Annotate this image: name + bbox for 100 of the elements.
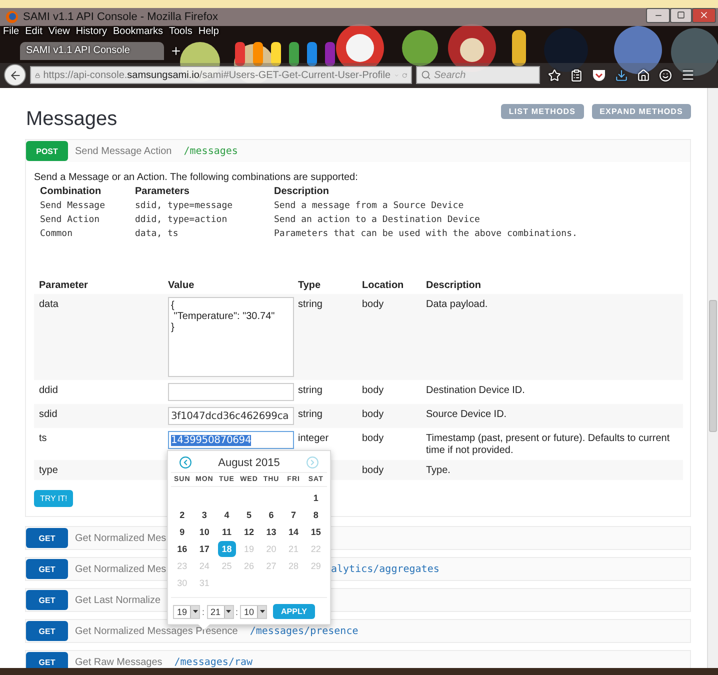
maximize-button[interactable] <box>670 8 692 23</box>
table-cell-text: Common <box>40 229 74 239</box>
calendar-day[interactable]: 3 <box>195 507 214 523</box>
smiley-icon[interactable] <box>659 68 672 82</box>
table-cell-text: Send a message from a Source Device <box>274 201 465 211</box>
value-field[interactable]: 1439950870694 <box>168 431 294 449</box>
caret-icon <box>260 610 265 613</box>
time-separator: : <box>202 606 205 616</box>
search-placeholder: Search <box>434 70 466 81</box>
back-arrow-icon <box>8 68 22 82</box>
menu-item[interactable]: Bookmarks <box>112 26 163 38</box>
parameter-location: body <box>362 384 385 397</box>
method-button[interactable]: GET <box>26 590 68 610</box>
window-title: SAMI v1.1 API Console - Mozilla Firefox <box>23 10 220 23</box>
menu-item[interactable]: View <box>48 26 70 38</box>
table-cell-text: sdid, type=message <box>135 201 234 211</box>
table-cell-text: data, ts <box>135 229 180 239</box>
browser-tab[interactable]: SAMI v1.1 API Console <box>20 42 164 60</box>
close-button[interactable] <box>692 8 716 23</box>
method-button[interactable]: GET <box>26 528 68 548</box>
time-select[interactable]: 21 <box>206 604 234 618</box>
calendar-day[interactable]: 9 <box>173 524 192 540</box>
minimize-button[interactable] <box>646 8 670 23</box>
parameter-name: data <box>39 298 60 311</box>
new-tab-icon[interactable] <box>170 44 182 57</box>
calendar-day[interactable]: 10 <box>195 524 214 540</box>
caret-icon <box>192 610 198 613</box>
operation-title[interactable]: Get Raw Messages <box>75 656 162 668</box>
month-label: August 2015 <box>218 456 280 468</box>
parameter-description: Source Device ID. <box>426 408 508 421</box>
operation-path[interactable]: alytics/aggregates <box>331 564 440 574</box>
parameter-type: string <box>298 408 324 421</box>
time-separator: : <box>236 606 238 616</box>
parameter-description: Data payload. <box>426 298 489 311</box>
value-field[interactable]: 3f1047dcd36c462699ca <box>168 407 294 425</box>
menu-item[interactable]: Help <box>198 26 219 38</box>
parameter-name: sdid <box>39 408 58 421</box>
time-select[interactable]: 19 <box>173 604 200 618</box>
search-icon <box>421 70 431 80</box>
data-textarea[interactable]: { "Temperature": "30.74" } <box>168 297 294 377</box>
calendar-day[interactable]: 6 <box>262 507 280 523</box>
caret-icon <box>226 610 232 613</box>
parameter-name: ddid <box>39 384 59 397</box>
calendar-day[interactable]: 8 <box>306 507 325 523</box>
close-icon <box>699 10 709 20</box>
method-button[interactable]: GET <box>26 652 68 668</box>
table-cell-text: Parameters that can be used with the above combinations. <box>274 229 578 239</box>
calendar-day[interactable]: 13 <box>262 524 280 540</box>
method-button[interactable]: POST <box>26 141 68 161</box>
parameter-location: body <box>362 298 385 311</box>
clipboard-icon[interactable] <box>570 68 583 82</box>
menu-icon[interactable] <box>681 68 695 82</box>
operation-path[interactable]: /messages/raw <box>174 656 253 668</box>
parameter-type: integer <box>298 432 330 445</box>
star-icon[interactable] <box>548 68 561 82</box>
time-select[interactable]: 10 <box>240 604 268 618</box>
method-button[interactable]: GET <box>26 559 68 579</box>
operation-title[interactable]: Get Normalized Messages Presence <box>75 626 238 636</box>
calendar-day[interactable]: 1 <box>306 490 325 506</box>
lock-icon <box>35 70 40 80</box>
menu-item[interactable]: File <box>3 26 20 38</box>
calendar-day[interactable]: 4 <box>218 507 236 523</box>
calendar-day[interactable]: 7 <box>284 507 303 523</box>
operation-path[interactable]: /messages/presence <box>250 626 358 636</box>
calendar-day[interactable]: 16 <box>173 541 192 557</box>
column-header: Value <box>168 280 196 291</box>
home-icon[interactable] <box>637 68 650 82</box>
method-button[interactable]: GET <box>26 621 68 641</box>
table-cell-text: Send Message <box>40 201 106 211</box>
calendar-day[interactable]: 5 <box>240 507 258 523</box>
download-icon[interactable] <box>615 68 628 82</box>
parameter-type: string <box>298 384 324 397</box>
parameter-description: Timestamp (past, present or future). Defaults to current time if not provided. <box>426 432 671 457</box>
previous-month-icon[interactable] <box>179 456 192 469</box>
column-header: Parameter <box>39 280 89 291</box>
firefox-logo-icon <box>6 10 18 23</box>
value-field[interactable] <box>168 383 294 401</box>
column-header: Parameters <box>135 186 190 197</box>
menu-item[interactable]: Edit <box>25 26 42 38</box>
operation-path[interactable]: /messages <box>184 146 238 156</box>
parameter-name: ts <box>39 432 48 445</box>
calendar-day[interactable]: 12 <box>240 524 258 540</box>
maximize-icon <box>677 11 685 20</box>
calendar-day[interactable]: 14 <box>284 524 303 540</box>
parameter-location: body <box>362 408 385 421</box>
parameter-name: type <box>39 464 59 477</box>
menu-item[interactable]: Tools <box>169 26 192 38</box>
parameter-type: string <box>298 298 324 311</box>
calendar-day[interactable]: 11 <box>218 524 236 540</box>
calendar-day[interactable]: 17 <box>195 541 214 557</box>
parameter-location: body <box>362 464 385 477</box>
table-cell-text: Send Action <box>40 215 101 225</box>
pocket-icon[interactable] <box>592 68 606 82</box>
calendar-day[interactable]: 2 <box>173 507 192 523</box>
parameter-description: Destination Device ID. <box>426 384 526 397</box>
menu-item[interactable]: History <box>76 26 107 38</box>
url-text: https://api-console.samsungsami.io/sami#Users-GET-Get-Current-User-Profile <box>43 70 391 81</box>
operation-title[interactable]: Send Message Action <box>75 146 172 156</box>
calendar-day[interactable]: 15 <box>306 524 325 540</box>
field-value: 1439950870694 <box>171 434 252 446</box>
